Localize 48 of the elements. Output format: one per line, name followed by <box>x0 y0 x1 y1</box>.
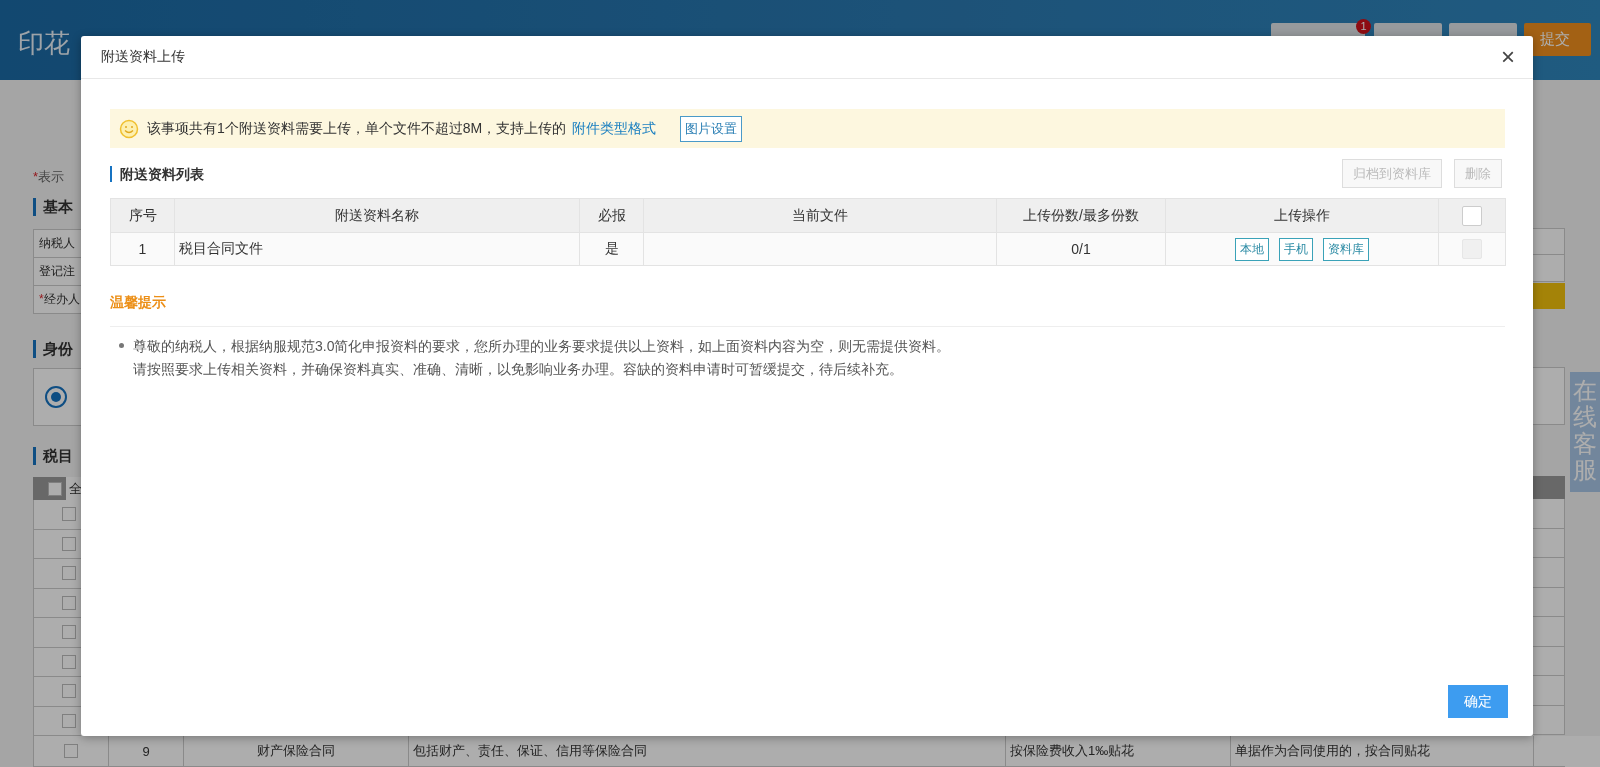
table-cell: 1 <box>111 233 175 266</box>
checkbox[interactable] <box>62 566 76 581</box>
tip-text: 请按照要求上传相关资料，并确保资料真实、准确、清晰，以免影响业务办理。容缺的资料申请时可暂缓提交，待后续补充。 <box>133 360 904 379</box>
column-header: 当前文件 <box>644 198 997 233</box>
page-title: 印花 <box>18 27 71 60</box>
form-field <box>1533 283 1565 309</box>
column-header: 上传份数/最多份数 <box>997 198 1166 233</box>
checkbox[interactable] <box>62 713 76 728</box>
checkbox[interactable] <box>62 684 76 699</box>
column-header: 上传操作 <box>1166 198 1439 233</box>
upload-button[interactable]: 本地 <box>1235 237 1269 261</box>
tip-text: 尊敬的纳税人，根据纳服规范3.0简化申报资料的要求，您所办理的业务要求提供以上资料，如上面资料内容为空，则无需提供资料。 <box>133 337 951 356</box>
select-all-checkbox[interactable] <box>1462 205 1482 226</box>
confirm-button[interactable]: 确定 <box>1448 685 1508 718</box>
checkbox[interactable] <box>64 744 78 758</box>
form-label: 登记注 <box>33 257 81 286</box>
tips-title: 温馨提示 <box>110 294 167 312</box>
section-title: 附送资料列表 <box>110 165 204 182</box>
count-badge: 1 <box>1356 19 1371 34</box>
form-label: *经办人 <box>33 285 81 314</box>
column-header: 序号 <box>111 198 175 233</box>
notice-text: 该事项共有1个附送资料需要上传，单个文件不超过8M，支持上传的 <box>147 119 567 138</box>
checkbox[interactable] <box>48 481 62 496</box>
bullet-icon <box>119 343 124 348</box>
checkbox[interactable] <box>62 625 76 640</box>
close-button[interactable]: × <box>1501 45 1515 69</box>
form-label: 纳税人 <box>33 229 81 258</box>
image-settings-button[interactable]: 图片设置 <box>680 115 743 142</box>
column-header: 附送资料名称 <box>175 198 580 233</box>
upload-button[interactable]: 资料库 <box>1323 237 1369 261</box>
dialog-title: 附送资料上传 <box>101 48 185 66</box>
radio-button[interactable] <box>45 386 67 408</box>
required-note: *表示 <box>33 168 66 184</box>
checkbox[interactable] <box>62 595 76 610</box>
table-cell: 税目合同文件 <box>175 233 580 266</box>
upload-button[interactable]: 手机 <box>1279 237 1313 261</box>
checkbox[interactable] <box>62 654 76 669</box>
table-cell <box>1533 736 1565 767</box>
format-link[interactable]: 附件类型格式 <box>572 119 657 138</box>
checkbox[interactable] <box>62 536 76 551</box>
submit-button[interactable]: 提交 <box>1524 23 1591 56</box>
table-header: 全 <box>33 477 81 500</box>
smiley-icon <box>119 118 139 139</box>
checkbox[interactable] <box>62 507 76 522</box>
table-cell: 0/1 <box>997 233 1166 266</box>
column-header: 必报 <box>580 198 644 233</box>
table-cell: 是 <box>580 233 644 266</box>
table-header <box>1533 476 1565 499</box>
